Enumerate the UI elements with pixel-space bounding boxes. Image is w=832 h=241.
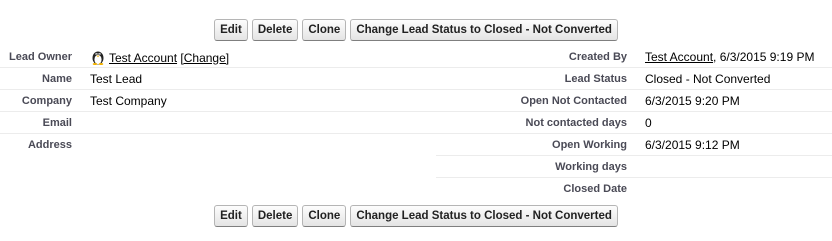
working-days-value [645, 155, 832, 178]
created-by-link[interactable]: Test Account [645, 50, 713, 64]
name-label: Name [0, 67, 90, 90]
lead-status-label: Lead Status [436, 67, 645, 90]
delete-button[interactable]: Delete [251, 19, 299, 41]
lead-owner-value: Test Account [Change] [90, 46, 436, 68]
delete-button[interactable]: Delete [251, 205, 299, 227]
top-button-bar: Edit Delete Clone Change Lead Status to … [0, 19, 832, 41]
created-by-label: Created By [436, 46, 645, 68]
address-value [90, 134, 436, 156]
lead-owner-link[interactable]: Test Account [109, 51, 177, 65]
company-label: Company [0, 89, 90, 112]
address-label: Address [27, 138, 72, 151]
detail-row: Name Test Lead Lead Status Closed - Not … [0, 67, 832, 90]
open-working-value: 6/3/2015 9:12 PM [645, 133, 832, 156]
open-working-label: Open Working [436, 133, 645, 156]
edit-button[interactable]: Edit [214, 205, 248, 227]
change-lead-status-button[interactable]: Change Lead Status to Closed - Not Conve… [350, 205, 618, 227]
penguin-user-icon [90, 49, 106, 65]
change-lead-status-button[interactable]: Change Lead Status to Closed - Not Conve… [350, 19, 618, 41]
open-not-contacted-value: 6/3/2015 9:20 PM [645, 89, 832, 112]
detail-row: Email Not contacted days 0 [0, 111, 832, 134]
working-days-label: Working days [436, 155, 645, 178]
email-label: Email [0, 111, 90, 134]
open-not-contacted-label: Open Not Contacted [436, 89, 645, 112]
clone-button[interactable]: Clone [302, 19, 347, 41]
created-by-value: Test Account, 6/3/2015 9:19 PM [645, 46, 832, 68]
detail-row: Working days [0, 155, 832, 178]
change-owner-link[interactable]: [Change] [180, 51, 229, 65]
detail-row: Address Open Working 6/3/2015 9:12 PM [0, 133, 832, 156]
not-contacted-days-value: 0 [645, 111, 832, 134]
lead-status-value: Closed - Not Converted [645, 67, 832, 90]
bottom-button-bar: Edit Delete Clone Change Lead Status to … [0, 205, 832, 227]
detail-row: Closed Date [0, 178, 832, 200]
email-value [90, 111, 436, 134]
detail-row: Company Test Company Open Not Contacted … [0, 89, 832, 112]
closed-date-label: Closed Date [563, 182, 627, 195]
clone-button[interactable]: Clone [302, 205, 347, 227]
company-value: Test Company [90, 89, 436, 112]
lead-owner-label: Lead Owner [0, 46, 90, 68]
not-contacted-days-label: Not contacted days [436, 111, 645, 134]
name-value: Test Lead [90, 67, 436, 90]
lead-detail-table: Lead Owner Test Account [Change] Created… [0, 46, 832, 199]
edit-button[interactable]: Edit [214, 19, 248, 41]
detail-row: Lead Owner Test Account [Change] Created… [0, 46, 832, 68]
closed-date-value [645, 178, 832, 200]
created-by-date: , 6/3/2015 9:19 PM [713, 49, 815, 64]
